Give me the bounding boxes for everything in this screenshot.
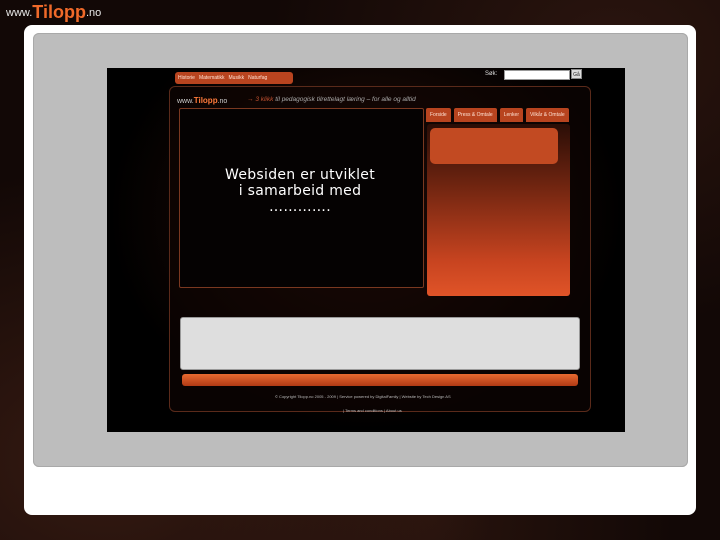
topnav-item-naturfag[interactable]: Naturfag	[248, 75, 267, 81]
brand-prefix: www.	[6, 7, 33, 19]
overlay-line-3: ………….	[269, 199, 331, 215]
site-footer-copyright: © Copyright Tilopp.no 2005 - 2009 | Serv…	[275, 394, 451, 399]
site-logo-suffix: .no	[217, 98, 228, 105]
tagline-highlight: 3 klikk	[255, 96, 274, 103]
site-footer-links[interactable]: | Terms and conditions | About us	[343, 408, 402, 413]
grey-content-bar	[180, 317, 580, 370]
search-label: Søk:	[485, 71, 498, 77]
tab-vilkar[interactable]: Vilkår & Omtale	[526, 108, 569, 122]
tagline-rest: til pedagogisk tilrettelagt læring – for…	[275, 96, 416, 103]
website-screenshot: Historie Matematikk Musikk Naturfag Søk:…	[107, 68, 625, 432]
brand-logo: www.Tilopp.no	[6, 1, 101, 24]
site-logo[interactable]: www.Tilopp.no	[177, 96, 227, 105]
tab-lenker[interactable]: Lenker	[499, 108, 523, 122]
search-button[interactable]: Gå	[571, 69, 582, 79]
tab-press-omtale[interactable]: Press & Omtale	[453, 108, 497, 122]
overlay-line-1: Websiden er utviklet	[225, 167, 375, 183]
brand-suffix: .no	[85, 7, 102, 19]
tab-forside[interactable]: Forside	[426, 108, 451, 122]
top-navigation: Historie Matematikk Musikk Naturfag	[175, 72, 293, 84]
sidebar-box	[430, 128, 558, 164]
orange-footer-bar	[182, 374, 578, 386]
site-logo-name: Tilopp	[193, 96, 218, 105]
search-input[interactable]	[504, 70, 570, 80]
overlay-line-2: i samarbeid med	[238, 183, 362, 199]
topnav-item-historie[interactable]: Historie	[178, 75, 195, 81]
overlay-caption: Websiden er utviklet i samarbeid med …………	[107, 167, 493, 215]
site-tagline: → 3 klikk til pedagogisk tilrettelagt læ…	[247, 96, 416, 103]
site-logo-prefix: www.	[177, 98, 194, 105]
tab-bar: Forside Press & Omtale Lenker Vilkår & O…	[426, 108, 569, 122]
topnav-item-musikk[interactable]: Musikk	[229, 75, 245, 81]
brand-name: Tilopp	[32, 2, 86, 22]
topnav-item-matematikk[interactable]: Matematikk	[199, 75, 225, 81]
